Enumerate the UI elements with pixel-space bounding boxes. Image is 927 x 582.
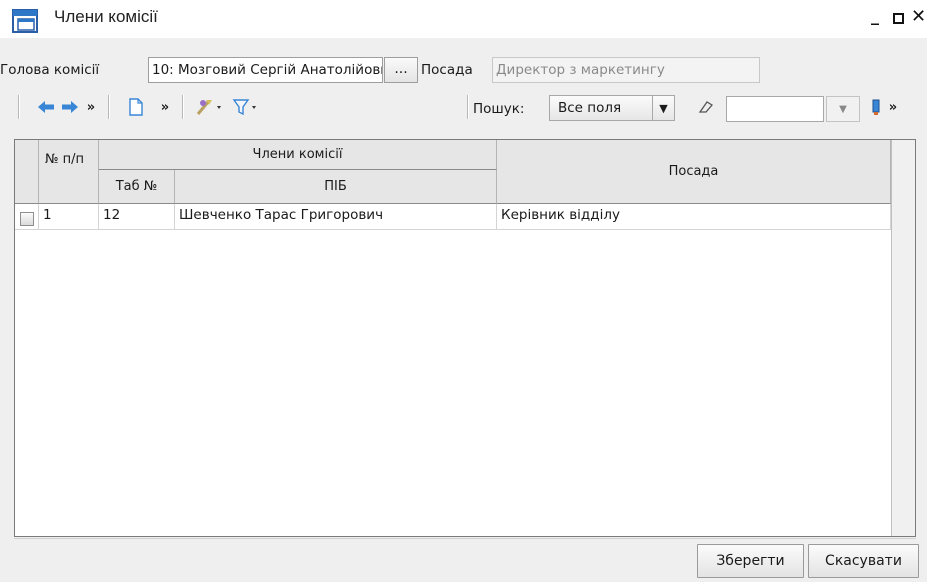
table-cell-name[interactable]: Шевченко Тарас Григорович — [175, 204, 497, 230]
toolbar-more-button-2[interactable]: » — [158, 93, 172, 121]
divider — [14, 538, 916, 539]
table-cell-tab-no[interactable]: 12 — [99, 204, 175, 230]
form-area: Голова комісії 10: Мозговий Сергій Анато… — [0, 38, 927, 582]
toolbar-separator — [108, 95, 110, 119]
toolbar-more-button-3[interactable]: » — [886, 93, 900, 121]
table-right-gutter — [891, 140, 915, 536]
head-field[interactable]: 10: Мозговий Сергій Анатолійович — [148, 57, 383, 83]
table-header-position[interactable]: Посада — [497, 140, 891, 204]
members-table: № п/п Члени комісії Таб № ПІБ Посада 1 1… — [14, 139, 916, 537]
table-cell-num[interactable]: 1 — [39, 204, 99, 230]
edit-tools-icon[interactable] — [194, 93, 228, 121]
table-header-num[interactable]: № п/п — [39, 140, 99, 204]
table-header-num-label: № п/п — [45, 152, 85, 167]
row-checkbox[interactable] — [20, 212, 34, 226]
position-field: Директор з маркетингу — [492, 57, 760, 83]
search-scope-value: Все поля — [558, 100, 622, 116]
head-label: Голова комісії — [0, 62, 100, 78]
table-header-tab-no[interactable]: Таб № — [99, 170, 175, 204]
position-label: Посада — [421, 62, 473, 78]
minimize-button[interactable]: _ — [871, 8, 879, 24]
arrow-left-icon[interactable] — [36, 93, 56, 121]
arrow-right-icon[interactable] — [60, 93, 80, 121]
toolbar-more-button[interactable]: » — [84, 93, 98, 121]
search-dropdown-button[interactable]: ▼ — [826, 96, 860, 122]
close-button[interactable]: ✕ — [911, 8, 926, 26]
toolbar: » » Пошук: Все поля ▼ ▼ » — [14, 89, 914, 125]
table-header-selector — [15, 140, 39, 204]
table-header-members-group: Члени комісії — [99, 140, 497, 170]
search-scope-select[interactable]: Все поля ▼ — [549, 95, 675, 121]
toolbar-separator — [467, 95, 469, 119]
chevron-down-icon[interactable]: ▼ — [652, 96, 674, 120]
row-selector[interactable] — [15, 204, 39, 230]
window-title: Члени комісії — [54, 7, 158, 26]
table-cell-position[interactable]: Керівник відділу — [497, 204, 891, 230]
save-button[interactable]: Зберегти — [697, 544, 804, 578]
search-label: Пошук: — [473, 101, 525, 117]
window-app-icon — [12, 9, 38, 33]
maximize-button[interactable] — [893, 13, 904, 24]
title-bar: Члени комісії _ ✕ — [0, 0, 927, 38]
eraser-icon[interactable] — [696, 93, 716, 121]
table-header-name[interactable]: ПІБ — [175, 170, 497, 204]
settings-icon[interactable] — [868, 93, 884, 121]
new-document-icon[interactable] — [126, 93, 146, 121]
head-select-button[interactable]: ... — [384, 57, 418, 83]
cancel-button[interactable]: Скасувати — [808, 544, 919, 578]
filter-icon[interactable] — [230, 93, 264, 121]
search-input[interactable] — [726, 96, 824, 122]
toolbar-separator — [182, 95, 184, 119]
toolbar-separator — [18, 95, 20, 119]
